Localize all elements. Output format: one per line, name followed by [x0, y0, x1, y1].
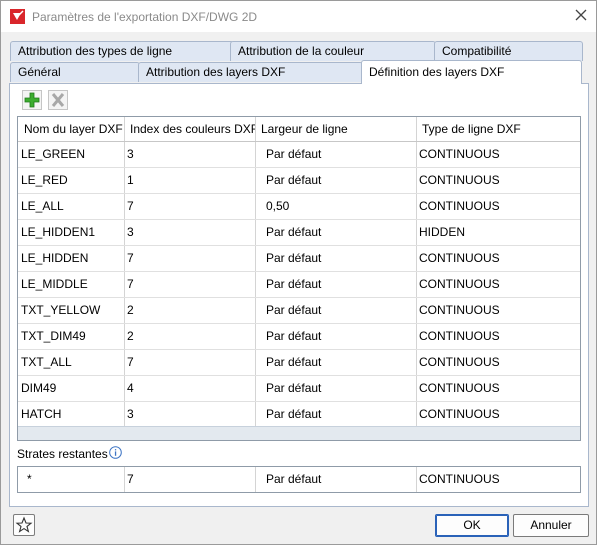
line-width-cell[interactable]: Par défaut: [256, 246, 417, 271]
line-width-cell[interactable]: Par défaut: [256, 142, 417, 167]
grey-x-icon: [49, 91, 67, 109]
header-line-type[interactable]: Type de ligne DXF: [417, 117, 580, 141]
line-type-cell[interactable]: CONTINUOUS: [417, 376, 580, 401]
favorite-button[interactable]: [13, 514, 35, 536]
layer-name-cell[interactable]: LE_ALL: [18, 194, 125, 219]
table-row[interactable]: LE_HIDDEN 7 Par défaut CONTINUOUS: [18, 246, 580, 272]
color-index-cell[interactable]: 7: [125, 246, 256, 271]
line-type-cell[interactable]: CONTINUOUS: [417, 298, 580, 323]
layer-table: Nom du layer DXF Index des couleurs DXF …: [17, 116, 581, 441]
table-row[interactable]: TXT_YELLOW 2 Par défaut CONTINUOUS: [18, 298, 580, 324]
line-type-cell[interactable]: CONTINUOUS: [417, 324, 580, 349]
header-line-width[interactable]: Largeur de ligne: [256, 117, 417, 141]
tab-attribution-types-ligne[interactable]: Attribution des types de ligne: [10, 41, 234, 61]
line-width-cell[interactable]: Par défaut: [256, 298, 417, 323]
color-index-cell[interactable]: 7: [125, 350, 256, 375]
remaining-name-cell[interactable]: *: [18, 467, 125, 492]
line-type-cell[interactable]: CONTINUOUS: [417, 350, 580, 375]
line-width-cell[interactable]: Par défaut: [256, 376, 417, 401]
star-icon: [14, 516, 34, 538]
remaining-color-cell[interactable]: 7: [125, 467, 256, 492]
table-row[interactable]: DIM49 4 Par défaut CONTINUOUS: [18, 376, 580, 402]
line-width-cell[interactable]: Par défaut: [256, 324, 417, 349]
line-width-cell[interactable]: Par défaut: [256, 350, 417, 375]
add-layer-button[interactable]: [22, 90, 42, 110]
layer-name-cell[interactable]: LE_RED: [18, 168, 125, 193]
table-row[interactable]: HATCH 3 Par défaut CONTINUOUS: [18, 402, 580, 428]
color-index-cell[interactable]: 4: [125, 376, 256, 401]
layer-name-cell[interactable]: LE_HIDDEN1: [18, 220, 125, 245]
tab-compatibilite[interactable]: Compatibilité: [434, 41, 583, 61]
info-icon[interactable]: [109, 446, 122, 459]
tab-attribution-couleur[interactable]: Attribution de la couleur: [230, 41, 436, 61]
green-plus-icon: [23, 91, 41, 109]
app-logo-icon: [10, 9, 25, 24]
tab-definition-layers[interactable]: Définition des layers DXF: [361, 60, 582, 84]
cancel-button[interactable]: Annuler: [513, 514, 589, 537]
ok-button[interactable]: OK: [435, 514, 509, 537]
layer-name-cell[interactable]: TXT_ALL: [18, 350, 125, 375]
layer-name-cell[interactable]: TXT_DIM49: [18, 324, 125, 349]
remaining-layers-label: Strates restantes: [17, 447, 108, 461]
title-bar: Paramètres de l'exportation DXF/DWG 2D: [1, 1, 596, 32]
close-icon[interactable]: [574, 8, 588, 22]
header-layer-name[interactable]: Nom du layer DXF: [18, 117, 125, 141]
line-type-cell[interactable]: CONTINUOUS: [417, 194, 580, 219]
line-type-cell[interactable]: CONTINUOUS: [417, 168, 580, 193]
line-type-cell[interactable]: CONTINUOUS: [417, 142, 580, 167]
color-index-cell[interactable]: 1: [125, 168, 256, 193]
export-settings-dialog: Paramètres de l'exportation DXF/DWG 2D A…: [0, 0, 597, 545]
line-width-cell[interactable]: Par défaut: [256, 272, 417, 297]
line-width-cell[interactable]: Par défaut: [256, 220, 417, 245]
table-row[interactable]: TXT_DIM49 2 Par défaut CONTINUOUS: [18, 324, 580, 350]
header-color-index[interactable]: Index des couleurs DXF: [125, 117, 256, 141]
remaining-type-cell[interactable]: CONTINUOUS: [417, 467, 580, 492]
color-index-cell[interactable]: 2: [125, 298, 256, 323]
layer-name-cell[interactable]: LE_HIDDEN: [18, 246, 125, 271]
color-index-cell[interactable]: 7: [125, 194, 256, 219]
table-row[interactable]: LE_HIDDEN1 3 Par défaut HIDDEN: [18, 220, 580, 246]
tab-attribution-layers[interactable]: Attribution des layers DXF: [138, 62, 363, 82]
layer-name-cell[interactable]: HATCH: [18, 402, 125, 427]
layer-name-cell[interactable]: LE_MIDDLE: [18, 272, 125, 297]
layer-name-cell[interactable]: LE_GREEN: [18, 142, 125, 167]
line-type-cell[interactable]: CONTINUOUS: [417, 272, 580, 297]
layer-name-cell[interactable]: TXT_YELLOW: [18, 298, 125, 323]
delete-layer-button[interactable]: [48, 90, 68, 110]
line-width-cell[interactable]: Par défaut: [256, 402, 417, 427]
window-title: Paramètres de l'exportation DXF/DWG 2D: [32, 10, 258, 24]
table-row[interactable]: TXT_ALL 7 Par défaut CONTINUOUS: [18, 350, 580, 376]
color-index-cell[interactable]: 3: [125, 220, 256, 245]
line-width-cell[interactable]: Par défaut: [256, 168, 417, 193]
table-row[interactable]: LE_ALL 7 0,50 CONTINUOUS: [18, 194, 580, 220]
line-type-cell[interactable]: CONTINUOUS: [417, 402, 580, 427]
remaining-layers-row[interactable]: * 7 Par défaut CONTINUOUS: [17, 466, 581, 493]
line-type-cell[interactable]: CONTINUOUS: [417, 246, 580, 271]
color-index-cell[interactable]: 3: [125, 402, 256, 427]
table-row[interactable]: LE_GREEN 3 Par défaut CONTINUOUS: [18, 142, 580, 168]
remaining-width-cell[interactable]: Par défaut: [256, 467, 417, 492]
color-index-cell[interactable]: 2: [125, 324, 256, 349]
color-index-cell[interactable]: 3: [125, 142, 256, 167]
table-header: Nom du layer DXF Index des couleurs DXF …: [18, 117, 580, 142]
line-width-cell[interactable]: 0,50: [256, 194, 417, 219]
layer-name-cell[interactable]: DIM49: [18, 376, 125, 401]
horizontal-scrollbar[interactable]: [18, 426, 580, 440]
table-row[interactable]: LE_MIDDLE 7 Par défaut CONTINUOUS: [18, 272, 580, 298]
color-index-cell[interactable]: 7: [125, 272, 256, 297]
table-row[interactable]: LE_RED 1 Par défaut CONTINUOUS: [18, 168, 580, 194]
tab-general[interactable]: Général: [10, 62, 140, 82]
line-type-cell[interactable]: HIDDEN: [417, 220, 580, 245]
